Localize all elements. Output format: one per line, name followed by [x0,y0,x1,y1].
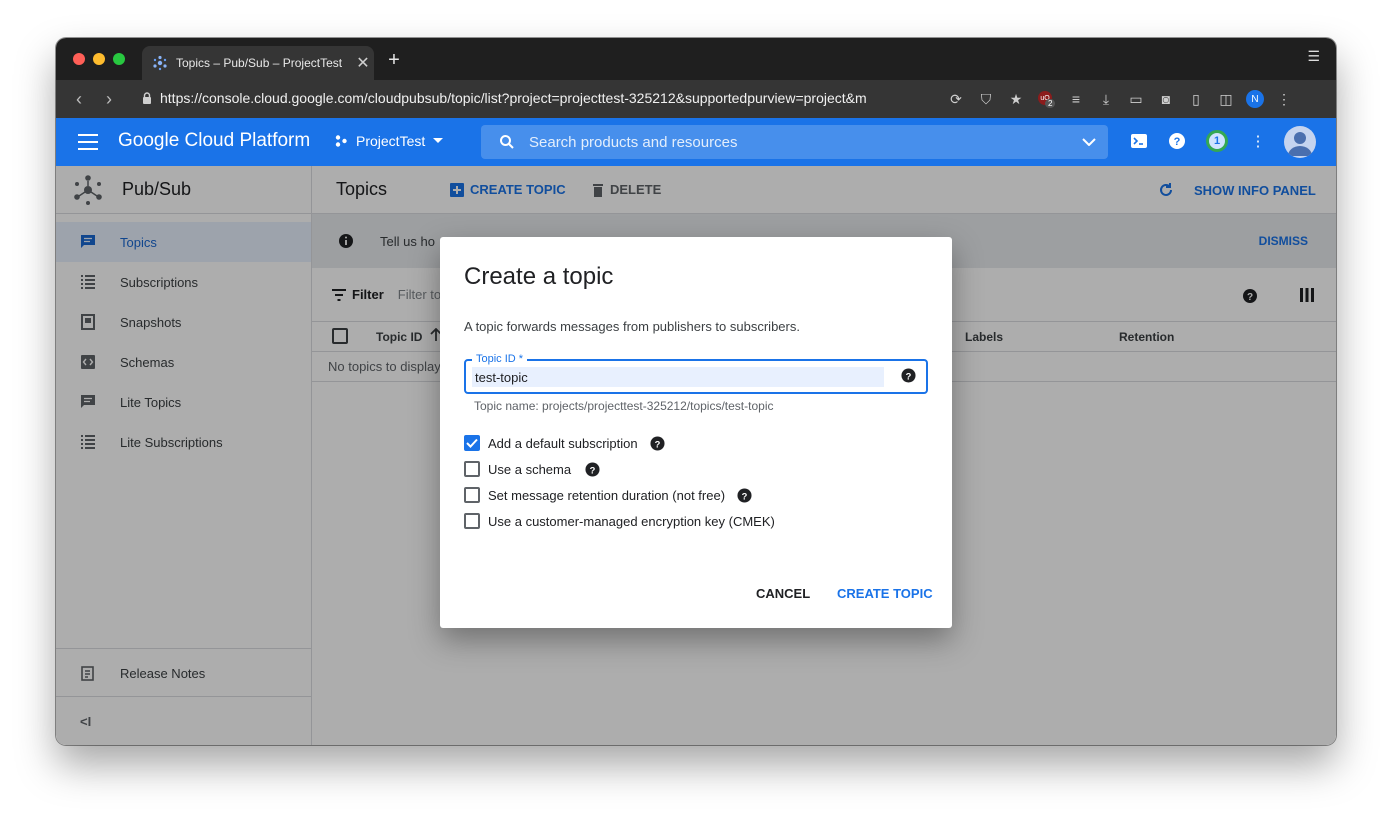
option-retention-duration[interactable]: Set message retention duration (not free… [464,487,752,503]
reading-list-icon[interactable]: ≡ [1066,89,1086,109]
search-icon [500,135,514,149]
download-icon[interactable]: ⤓ [1096,89,1116,109]
url-field[interactable]: https://console.cloud.google.com/cloudpu… [142,90,932,106]
ublock-extension-icon[interactable]: uO 2 [1036,89,1056,109]
search-bar[interactable]: Search products and resources [481,125,1108,159]
tab-bar: Topics – Pub/Sub – ProjectTest ✕ + ☰ [56,38,1336,80]
new-tab-button[interactable]: + [384,50,404,70]
search-expand-icon[interactable] [1082,138,1096,146]
option-label: Use a customer-managed encryption key (C… [488,513,775,529]
help-icon[interactable]: ? [1168,132,1186,150]
lock-icon [143,92,151,104]
option-label: Set message retention duration (not free… [488,487,726,503]
svg-text:?: ? [742,491,748,501]
check-icon [466,438,478,448]
browser-toolbar-icons: ⟳ ⛉ ★ uO 2 ≡ ⤓ ▭ ◙ ▯ ◫ N ⋮ [946,89,1294,109]
browser-tab[interactable]: Topics – Pub/Sub – ProjectTest ✕ [142,46,374,80]
more-options-icon[interactable]: ⋮ [1248,131,1268,151]
notifications-badge[interactable]: 1 [1206,130,1228,152]
maximize-window-button[interactable] [113,53,125,65]
topic-id-field: Topic ID * ? [464,353,928,394]
help-icon[interactable]: ? [737,487,752,503]
shield-icon[interactable]: ⛉ [976,89,996,109]
create-topic-dialog: Create a topic A topic forwards messages… [440,237,952,628]
profile-avatar[interactable]: N [1246,90,1264,108]
tab-close-icon[interactable]: ✕ [356,53,370,73]
star-icon[interactable]: ★ [1006,89,1026,109]
extension-badge-count: 2 [1045,99,1056,108]
help-icon[interactable]: ? [585,461,600,477]
use-schema-checkbox[interactable] [464,461,480,477]
account-avatar[interactable] [1284,126,1316,158]
chevron-down-icon [433,138,444,143]
project-icon [335,135,347,147]
retention-checkbox[interactable] [464,487,480,503]
option-default-subscription[interactable]: Add a default subscription ? [464,435,665,451]
project-name: ProjectTest [356,133,426,149]
console-header: Google Cloud Platform ProjectTest Search… [56,118,1336,166]
camera-icon[interactable]: ◙ [1156,89,1176,109]
default-subscription-checkbox[interactable] [464,435,480,451]
help-icon[interactable]: ? [650,435,665,451]
cancel-button[interactable]: CANCEL [756,586,810,601]
help-icon[interactable]: ? [901,368,916,383]
dialog-title: Create a topic [464,263,614,290]
option-label: Use a schema [488,461,572,477]
minimize-window-button[interactable] [93,53,105,65]
topic-id-input[interactable] [472,367,884,387]
video-icon[interactable]: ▭ [1126,89,1146,109]
pubsub-favicon-icon [153,55,167,71]
topic-name-hint: Topic name: projects/projecttest-325212/… [474,399,774,413]
close-window-button[interactable] [73,53,85,65]
dialog-description: A topic forwards messages from publisher… [464,319,800,334]
tab-search-icon[interactable]: ☰ [1307,48,1320,65]
svg-text:?: ? [906,371,912,381]
svg-text:?: ? [590,465,596,475]
cloud-shell-icon[interactable] [1130,133,1148,149]
tab-strip-extras: ☰ [1307,48,1320,65]
tab-title: Topics – Pub/Sub – ProjectTest [176,56,343,70]
user-icon [1288,132,1312,156]
svg-text:?: ? [654,439,660,449]
side-panel-icon[interactable]: ◫ [1216,89,1236,109]
forward-icon[interactable]: › [94,89,124,110]
reload-icon[interactable]: ⟳ [946,89,966,109]
header-actions: ? 1 ⋮ [1130,130,1268,152]
search-input[interactable]: Search products and resources [529,134,1082,151]
svg-text:?: ? [1174,136,1181,148]
back-icon[interactable]: ‹ [64,89,94,110]
option-cmek[interactable]: Use a customer-managed encryption key (C… [464,513,775,529]
hamburger-menu-icon[interactable] [78,134,98,150]
url-text: https://console.cloud.google.com/cloudpu… [160,90,867,106]
create-topic-button[interactable]: CREATE TOPIC [837,586,933,601]
option-label: Add a default subscription [488,435,638,451]
address-bar: ‹ › https://console.cloud.google.com/clo… [56,80,1336,118]
brand-title[interactable]: Google Cloud Platform [118,130,310,152]
topic-id-label: Topic ID * [472,353,528,365]
cmek-checkbox[interactable] [464,513,480,529]
browser-menu-icon[interactable]: ⋮ [1274,89,1294,109]
info-icon[interactable]: ▯ [1186,89,1206,109]
project-selector[interactable]: ProjectTest [334,133,444,149]
option-use-schema[interactable]: Use a schema ? [464,461,600,477]
